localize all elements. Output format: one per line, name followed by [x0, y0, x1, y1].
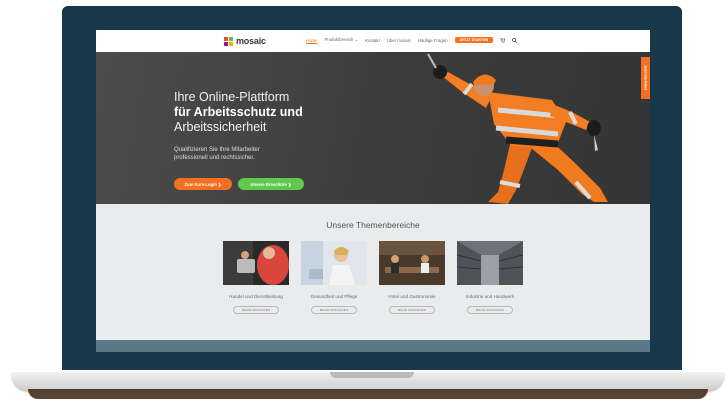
- website-screen: mosaic Home Produktbereich ⌄ Kontakt Übe…: [96, 30, 650, 352]
- hero-title-line3: Arbeitssicherheit: [174, 120, 267, 134]
- broschuere-button[interactable]: Unsere Broschüre ❯: [238, 178, 304, 190]
- logo-mosaic-icon: [224, 36, 233, 46]
- nav-item-kontakt[interactable]: Kontakt: [365, 38, 380, 43]
- mehr-erfahren-button[interactable]: MEHR ERFAHREN: [467, 306, 513, 314]
- restaurant-photo-icon: [379, 241, 445, 285]
- nurse-photo-icon: [301, 241, 367, 285]
- laptop-shadow: [28, 389, 708, 399]
- main-nav: Home Produktbereich ⌄ Kontakt Über mosai…: [306, 37, 518, 43]
- chevron-down-icon: ⌄: [354, 37, 359, 42]
- laptop-notch: [330, 372, 414, 378]
- mehr-erfahren-button[interactable]: MEHR ERFAHREN: [311, 306, 357, 314]
- topic-label: Gesundheit und Pflege: [310, 294, 358, 299]
- hero-banner: Jetzt Info-Paket Ihre Online-Plattform f…: [96, 52, 650, 204]
- hero-subtitle-line1: Qualifizieren Sie Ihre Mitarbeiter: [174, 147, 260, 153]
- kurs-login-button[interactable]: Zum Kurs-Login ❯: [174, 178, 232, 190]
- topic-label: Handel und Dienstleistung: [229, 294, 283, 299]
- mehr-erfahren-button[interactable]: MEHR ERFAHREN: [233, 306, 279, 314]
- footer-strip: [96, 340, 650, 352]
- nav-item-ueber-mosaic[interactable]: Über mosaic: [387, 38, 411, 43]
- topic-card-handel: Handel und Dienstleistung MEHR ERFAHREN: [223, 241, 289, 314]
- search-icon[interactable]: [512, 37, 518, 43]
- jetzt-starten-button[interactable]: JETZT STARTEN: [454, 37, 494, 43]
- topic-image-industrie[interactable]: [457, 241, 523, 285]
- topic-card-industrie: Industrie und Handwerk MEHR ERFAHREN: [457, 241, 523, 314]
- nav-item-label: Produktbereich: [324, 37, 354, 42]
- topic-image-gesundheit[interactable]: [301, 241, 367, 285]
- hero-subtitle: Qualifizieren Sie Ihre Mitarbeiter profe…: [174, 146, 294, 162]
- nav-item-haeufige-fragen[interactable]: Häufige Fragen: [418, 38, 448, 43]
- topics-title: Unsere Themenbereiche: [326, 220, 420, 230]
- info-paket-tab[interactable]: Jetzt Info-Paket: [641, 57, 650, 99]
- warehouse-photo-icon: [457, 241, 523, 285]
- hero-subtitle-line2: professionell und rechtssicher.: [174, 155, 255, 161]
- site-logo[interactable]: mosaic: [224, 35, 266, 47]
- hero-title-line1: Ihre Online-Plattform: [174, 90, 290, 104]
- nav-item-produktbereich[interactable]: Produktbereich ⌄: [324, 37, 358, 43]
- nav-item-home[interactable]: Home: [306, 38, 317, 43]
- site-header: mosaic Home Produktbereich ⌄ Kontakt Übe…: [96, 30, 650, 53]
- topic-card-hotel: Hotel und Gastronomie MEHR ERFAHREN: [379, 241, 445, 314]
- mehr-erfahren-button[interactable]: MEHR ERFAHREN: [389, 306, 435, 314]
- topic-label: Hotel und Gastronomie: [388, 294, 436, 299]
- hero-title-line2: für Arbeitsschutz und: [174, 105, 303, 119]
- logo-text: mosaic: [236, 36, 266, 46]
- topic-card-gesundheit: Gesundheit und Pflege MEHR ERFAHREN: [301, 241, 367, 314]
- cart-icon[interactable]: [500, 37, 506, 43]
- hero-title: Ihre Online-Plattform für Arbeitsschutz …: [174, 90, 354, 135]
- topic-image-handel[interactable]: [223, 241, 289, 285]
- shop-photo-icon: [223, 241, 289, 285]
- worker-illustration: [376, 52, 636, 204]
- topic-image-hotel[interactable]: [379, 241, 445, 285]
- topic-label: Industrie und Handwerk: [465, 294, 515, 299]
